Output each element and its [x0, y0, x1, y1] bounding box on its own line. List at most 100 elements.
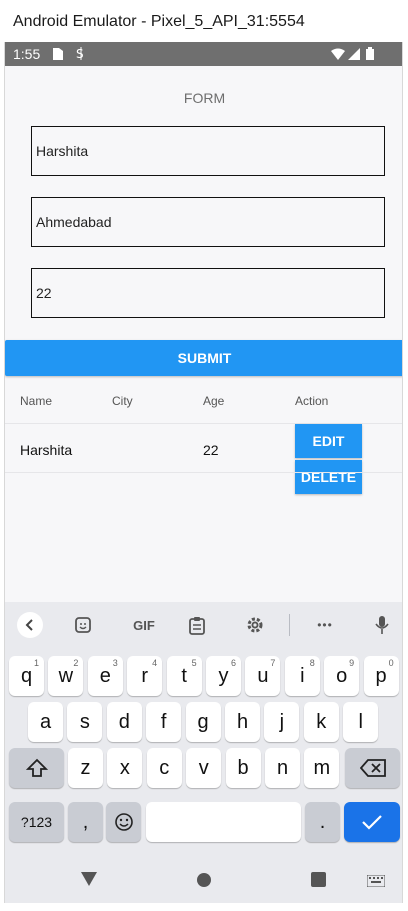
row-divider [5, 472, 402, 473]
delete-button[interactable]: DELETE [295, 460, 362, 494]
key-b[interactable]: b [225, 748, 261, 788]
row-age: 22 [203, 442, 219, 458]
key-label: e [99, 664, 111, 687]
edit-button[interactable]: EDIT [295, 424, 362, 458]
key-hint: 2 [73, 658, 79, 668]
key-hint: 4 [152, 658, 158, 668]
key-hint: 9 [349, 658, 355, 668]
header-age: Age [203, 394, 225, 408]
header-city: City [112, 394, 133, 408]
key-v[interactable]: v [186, 748, 222, 788]
key-p[interactable]: p0 [363, 656, 399, 696]
city-field[interactable]: Ahmedabad [31, 197, 385, 247]
key-hint: 5 [191, 658, 197, 668]
navigation-bar [5, 858, 402, 903]
back-nav-icon[interactable] [80, 871, 98, 892]
key-l[interactable]: l [343, 702, 379, 742]
key-h[interactable]: h [225, 702, 260, 742]
key-u[interactable]: u7 [245, 656, 281, 696]
key-m[interactable]: m [304, 748, 340, 788]
window-titlebar: Android Emulator - Pixel_5_API_31:5554 [0, 0, 408, 42]
key-c[interactable]: c [146, 748, 182, 788]
home-nav-icon[interactable] [196, 872, 212, 893]
period-key[interactable]: . [305, 802, 340, 842]
key-label: v [198, 756, 209, 779]
key-label: p [375, 664, 387, 687]
key-g[interactable]: g [185, 702, 221, 742]
header-name: Name [20, 394, 53, 408]
key-j[interactable]: j [264, 702, 300, 742]
key-f[interactable]: f [146, 702, 182, 742]
name-field[interactable]: Harshita [31, 126, 385, 176]
key-hint: 6 [230, 658, 236, 668]
key-label: f [160, 710, 167, 733]
settings-gear-icon[interactable] [242, 612, 268, 638]
key-x[interactable]: x [107, 748, 143, 788]
key-label: l [358, 710, 363, 733]
symbols-key[interactable]: ?123 [9, 802, 64, 842]
form-title: FORM [183, 90, 226, 106]
key-label: c [159, 756, 170, 779]
key-t[interactable]: t5 [166, 656, 202, 696]
sim-card-icon [53, 47, 63, 65]
key-label: b [237, 756, 249, 779]
more-options-button[interactable]: ••• [311, 612, 339, 638]
key-z[interactable]: z [68, 748, 103, 788]
key-a[interactable]: a [28, 702, 63, 742]
submit-button[interactable]: SUBMIT [5, 340, 402, 376]
key-label: o [336, 664, 348, 687]
key-hint: 8 [309, 658, 315, 668]
key-label: w [58, 664, 74, 687]
collapse-toolbar-icon[interactable] [17, 612, 43, 638]
emoji-key[interactable] [106, 802, 141, 842]
age-field[interactable]: 22 [31, 268, 385, 318]
space-key[interactable] [146, 802, 301, 842]
key-label: z [80, 756, 91, 779]
key-n[interactable]: n [265, 748, 300, 788]
key-i[interactable]: i8 [284, 656, 320, 696]
key-label: g [197, 710, 209, 733]
sticker-icon[interactable] [70, 612, 96, 638]
signal-icon [348, 47, 360, 65]
key-label: j [279, 710, 285, 733]
key-s[interactable]: s [67, 702, 103, 742]
key-label: r [141, 664, 149, 687]
shift-key[interactable] [9, 748, 64, 788]
backspace-key[interactable] [345, 748, 400, 788]
key-hint: 0 [388, 658, 394, 668]
key-label: m [313, 756, 331, 779]
key-d[interactable]: d [106, 702, 142, 742]
key-label: h [236, 710, 249, 733]
key-hint: 1 [33, 658, 39, 668]
gif-button[interactable]: GIF [128, 612, 160, 638]
wifi-icon [331, 47, 345, 65]
key-k[interactable]: k [303, 702, 339, 742]
key-label: q [20, 664, 33, 687]
app-content: FORM Harshita Ahmedabad 22 SUBMIT Name C… [5, 66, 402, 602]
key-q[interactable]: q1 [9, 656, 44, 696]
key-hint: 7 [270, 658, 276, 668]
keyboard-toolbar: GIF ••• [5, 602, 402, 646]
key-label: t [181, 664, 187, 687]
key-e[interactable]: e3 [87, 656, 123, 696]
soft-keyboard: GIF ••• q1w2e3r4t5y6u7i8o9p0 asdfghjkl z… [5, 602, 402, 903]
svg-text:S: S [76, 47, 84, 60]
key-w[interactable]: w2 [48, 656, 84, 696]
key-label: i [300, 664, 305, 687]
key-o[interactable]: o9 [324, 656, 360, 696]
battery-icon [366, 47, 374, 65]
key-r[interactable]: r4 [127, 656, 163, 696]
enter-key[interactable] [344, 802, 400, 842]
sync-icon: S [75, 47, 87, 65]
emulator-window: Android Emulator - Pixel_5_API_31:5554 1… [0, 0, 408, 911]
device-screen: 1:55 S FORM Harshita Ahmedabad 22 SUBMIT [4, 42, 403, 903]
clipboard-icon[interactable] [184, 612, 210, 638]
comma-key[interactable]: , [68, 802, 103, 842]
header-action: Action [295, 394, 329, 408]
keyboard-switch-icon[interactable] [366, 874, 386, 892]
window-title: Android Emulator - Pixel_5_API_31:5554 [13, 13, 305, 30]
recents-nav-icon[interactable] [311, 872, 326, 892]
key-label: k [316, 710, 327, 733]
microphone-icon[interactable] [369, 612, 395, 638]
key-y[interactable]: y6 [206, 656, 241, 696]
